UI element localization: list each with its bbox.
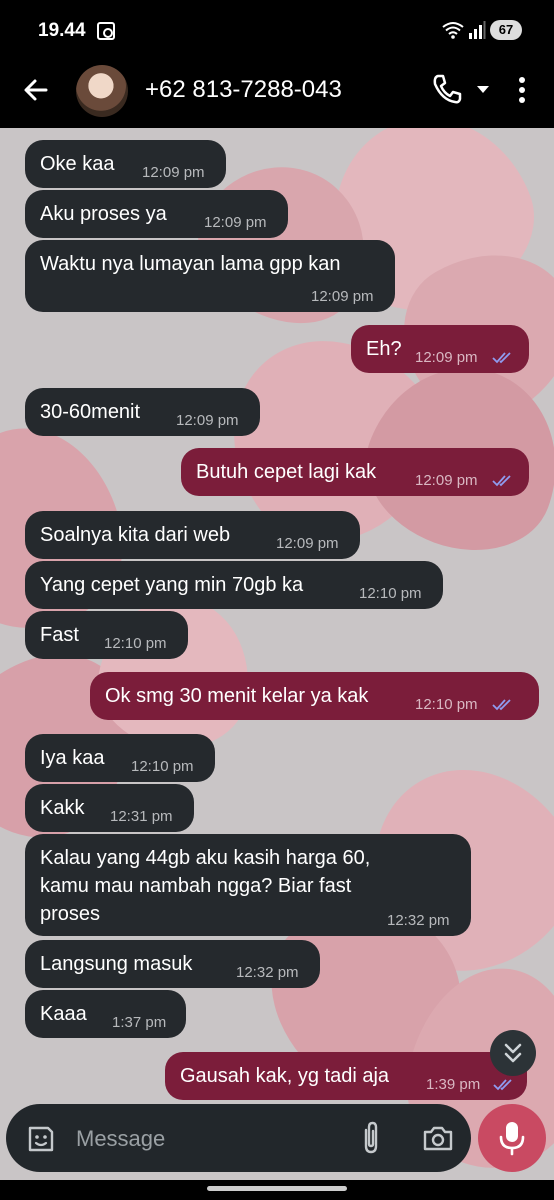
system-navigation-bar — [0, 1180, 554, 1200]
message-incoming[interactable]: Kakk 12:31 pm — [25, 784, 194, 832]
message-outgoing[interactable]: Eh? 12:09 pm — [351, 325, 529, 373]
message-text: Ok smg 30 menit kelar ya kak — [105, 685, 369, 707]
read-receipt-icon — [492, 475, 511, 487]
message-text: Iya kaa — [40, 747, 105, 769]
message-time: 12:09 pm — [142, 164, 205, 181]
gesture-handle[interactable] — [207, 1186, 347, 1191]
message-incoming[interactable]: Kalau yang 44gb aku kasih harga 60, kamu… — [25, 834, 471, 936]
signal-icon — [469, 21, 486, 39]
message-incoming[interactable]: Kaaa 1:37 pm — [25, 990, 186, 1038]
message-time: 12:09 pm — [415, 472, 478, 489]
chat-thread[interactable]: Oke kaa 12:09 pm Aku proses ya 12:09 pm … — [0, 128, 554, 1188]
message-incoming[interactable]: Yang cepet yang min 70gb ka 12:10 pm — [25, 561, 443, 609]
chat-header: +62 813-7288-043 — [0, 56, 554, 128]
message-time: 12:10 pm — [131, 758, 194, 775]
message-text: Oke kaa — [40, 153, 115, 175]
message-incoming[interactable]: Iya kaa 12:10 pm — [25, 734, 215, 782]
message-time: 12:31 pm — [110, 808, 173, 825]
battery-indicator: 67 — [490, 20, 522, 40]
message-incoming[interactable]: Langsung masuk 12:32 pm — [25, 940, 320, 988]
call-options-dropdown-icon[interactable] — [476, 82, 490, 96]
message-time: 12:09 pm — [204, 214, 267, 231]
camera-icon[interactable] — [422, 1124, 454, 1152]
microphone-icon — [499, 1122, 525, 1156]
message-time: 12:09 pm — [415, 349, 478, 366]
message-text: Soalnya kita dari web — [40, 524, 231, 546]
message-text: Butuh cepet lagi kak — [196, 461, 377, 483]
message-incoming[interactable]: Waktu nya lumayan lama gpp kan 12:09 pm — [25, 240, 395, 312]
message-composer — [6, 1104, 471, 1172]
paperclip-icon[interactable] — [358, 1120, 384, 1156]
voice-message-button[interactable] — [478, 1104, 546, 1172]
message-text: Kakk — [40, 797, 85, 819]
message-incoming[interactable]: Oke kaa 12:09 pm — [25, 140, 226, 188]
message-text: Eh? — [366, 338, 402, 360]
screenshot-icon — [97, 22, 115, 40]
message-time: 12:32 pm — [387, 912, 450, 929]
message-incoming[interactable]: 30-60menit 12:09 pm — [25, 388, 260, 436]
message-text: Kalau yang 44gb aku kasih harga 60, kamu… — [40, 847, 371, 925]
message-outgoing[interactable]: Gausah kak, yg tadi aja 1:39 pm — [165, 1052, 527, 1100]
message-time: 1:39 pm — [426, 1076, 481, 1093]
message-time: 1:37 pm — [112, 1014, 167, 1031]
message-incoming[interactable]: Soalnya kita dari web 12:09 pm — [25, 511, 360, 559]
double-chevron-down-icon — [504, 1043, 522, 1063]
message-text: 30-60menit — [40, 401, 141, 423]
message-text: Fast — [40, 624, 79, 646]
message-incoming[interactable]: Fast 12:10 pm — [25, 611, 188, 659]
status-time: 19.44 — [38, 20, 86, 41]
phone-icon[interactable] — [430, 72, 464, 106]
message-incoming[interactable]: Aku proses ya 12:09 pm — [25, 190, 288, 238]
contact-avatar[interactable] — [76, 65, 128, 117]
message-text: Gausah kak, yg tadi aja — [180, 1065, 390, 1087]
contact-name[interactable]: +62 813-7288-043 — [145, 76, 342, 104]
sticker-emoji-icon[interactable] — [26, 1124, 56, 1154]
read-receipt-icon — [492, 699, 511, 711]
read-receipt-icon — [493, 1079, 512, 1091]
message-time: 12:09 pm — [276, 535, 339, 552]
message-outgoing[interactable]: Butuh cepet lagi kak 12:09 pm — [181, 448, 529, 496]
more-options-icon[interactable] — [510, 74, 534, 106]
back-arrow-icon[interactable] — [20, 74, 52, 106]
message-text: Yang cepet yang min 70gb ka — [40, 574, 304, 596]
scroll-to-bottom-button[interactable] — [490, 1030, 536, 1076]
message-text: Waktu nya lumayan lama gpp kan — [40, 253, 341, 275]
message-time: 12:09 pm — [311, 288, 374, 305]
read-receipt-icon — [492, 352, 511, 364]
message-time: 12:10 pm — [104, 635, 167, 652]
message-time: 12:09 pm — [176, 412, 239, 429]
message-time: 12:10 pm — [359, 585, 422, 602]
message-outgoing[interactable]: Ok smg 30 menit kelar ya kak 12:10 pm — [90, 672, 539, 720]
message-input[interactable] — [76, 1122, 336, 1156]
message-time: 12:32 pm — [236, 964, 299, 981]
message-text: Langsung masuk — [40, 953, 193, 975]
status-bar: 19.44 67 — [0, 0, 554, 56]
message-time: 12:10 pm — [415, 696, 478, 713]
message-text: Kaaa — [40, 1003, 87, 1025]
wifi-icon — [442, 22, 464, 39]
message-text: Aku proses ya — [40, 203, 167, 225]
